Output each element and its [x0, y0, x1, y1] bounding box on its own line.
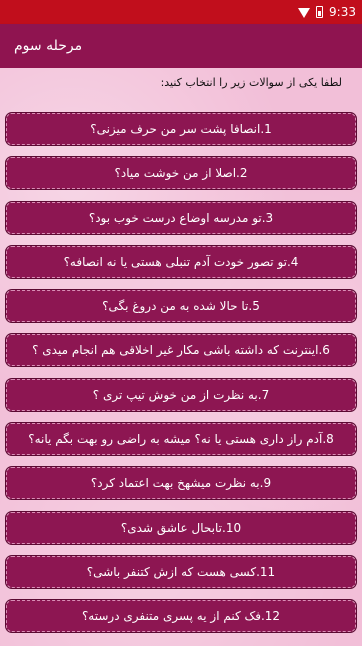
question-button-4[interactable]: 4.تو تصور خودت آدم تنبلی هستی یا نه انصا… [5, 244, 357, 279]
app-title: مرحله سوم [14, 38, 83, 54]
instruction-text: لطفا یکی از سوالات زیر را انتخاب کنید: [160, 76, 342, 89]
app-bar: مرحله سوم [0, 24, 362, 68]
wifi-icon [298, 8, 311, 18]
question-button-1[interactable]: 1.انصافا پشت سر من حرف میزنی؟ [5, 112, 357, 146]
question-button-5[interactable]: 5.تا حالا شده به من دروغ بگی؟ [5, 289, 357, 324]
question-button-2[interactable]: 2.اصلا از من خوشت میاد؟ [5, 156, 357, 191]
question-button-12[interactable]: 12.فک کنم از یه پسری متنفری درسته؟ [5, 599, 357, 634]
content-area: لطفا یکی از سوالات زیر را انتخاب کنید: 1… [0, 68, 362, 646]
battery-icon [316, 6, 324, 18]
status-bar: 9:33 [0, 0, 362, 24]
question-button-7[interactable]: 7.به نظرت از من خوش تیپ تری ؟ [5, 377, 357, 412]
status-time: 9:33 [329, 5, 356, 19]
question-button-9[interactable]: 9.به نظرت میشهخ بهت اعتماد کرد؟ [5, 466, 357, 501]
question-button-8[interactable]: 8.آدم راز داری هستی یا نه؟ میشه به راضی … [5, 422, 357, 457]
question-button-10[interactable]: 10.تابحال عاشق شدی؟ [5, 510, 357, 545]
question-button-3[interactable]: 3.تو مدرسه اوضاع درست خوب بود؟ [5, 200, 357, 235]
question-list: 1.انصافا پشت سر من حرف میزنی؟ 2.اصلا از … [0, 112, 362, 634]
question-button-6[interactable]: 6.اینترنت که داشته باشی مکار غیر اخلاقی … [5, 333, 357, 368]
status-icons: 9:33 [298, 0, 356, 24]
question-button-11[interactable]: 11.کسی هست که ازش کتنفر باشی؟ [5, 554, 357, 589]
